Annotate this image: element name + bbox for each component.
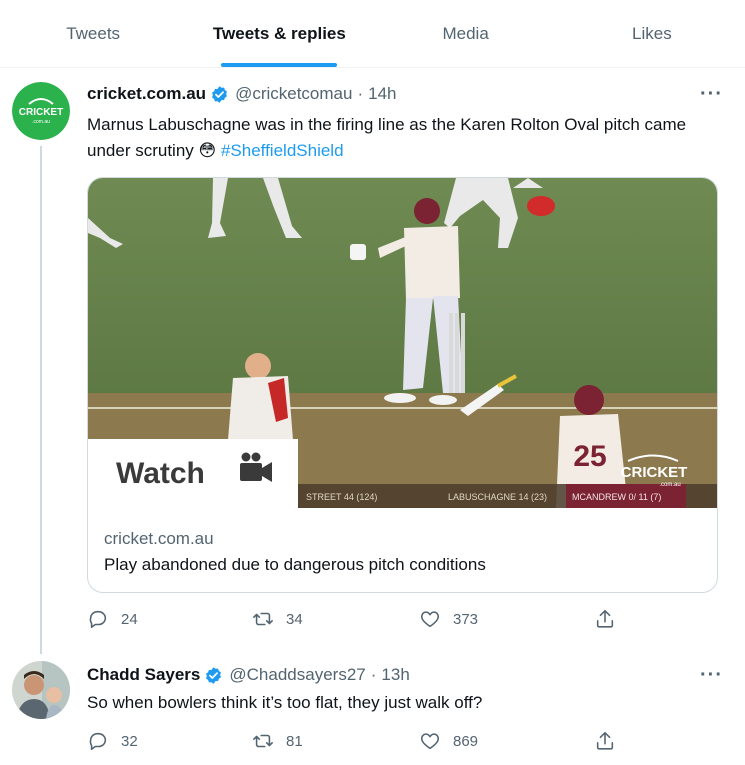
scorebar-item: STREET 44 (124) [306,492,377,502]
retweet-icon [253,734,273,748]
retweet-button[interactable]: 34 [252,608,303,630]
card-domain: cricket.com.au [104,529,214,548]
reply-button[interactable]: 32 [87,730,138,752]
share-button[interactable] [594,608,616,630]
tweet-header: cricket.com.au @cricketcomau · 14h [87,84,397,104]
tab-label: Media [442,23,489,43]
shirt-number: 25 [573,440,606,473]
tab-likes[interactable]: Likes [559,0,745,67]
tweet-header: Chadd Sayers @Chaddsayers27 · 13h [87,665,410,685]
tab-tweets-and-replies[interactable]: Tweets & replies [186,0,372,67]
retweet-count: 81 [286,732,303,750]
timestamp[interactable]: 14h [368,84,396,104]
scorebar-item: LABUSCHAGNE 14 (23) [448,492,547,502]
share-button[interactable] [594,730,616,752]
active-tab-indicator [221,63,338,67]
like-button[interactable]: 373 [419,608,478,630]
retweet-button[interactable]: 81 [252,730,303,752]
separator: · [370,665,377,684]
timestamp[interactable]: 13h [381,665,409,685]
verified-badge-icon [212,85,228,103]
tweet-text: Marnus Labuschagne was in the firing lin… [87,112,727,164]
tweet-text: So when bowlers think it’s too flat, the… [87,693,483,712]
cricket-logo-text: CRICKET [621,464,688,481]
more-icon[interactable]: ··· [700,664,723,687]
tab-tweets[interactable]: Tweets [0,0,186,67]
like-icon [420,611,440,628]
share-icon [596,731,614,750]
tab-media[interactable]: Media [373,0,559,67]
share-icon [596,609,614,628]
display-name[interactable]: Chadd Sayers [87,665,200,685]
video-thumbnail[interactable]: 25 STREET 44 (124) LABUSCHAGNE 14 (23) M… [88,178,718,508]
handle[interactable]: @cricketcomau [235,84,352,104]
separator: · [357,84,364,103]
reply-count: 24 [121,610,138,628]
more-icon[interactable]: ··· [700,83,723,106]
like-icon [420,733,440,750]
retweet-icon [253,612,273,626]
verified-badge-icon [206,666,222,684]
retweet-count: 34 [286,610,303,628]
cricket-logo-subtext: .com.au [659,482,680,488]
avatar[interactable] [12,661,70,719]
tweet-actions: 32 81 869 [87,730,627,760]
avatar-logo-text: CRICKET [19,107,63,118]
avatar[interactable]: CRICKET .com.au [12,82,70,140]
like-count: 373 [453,610,479,628]
reply-button[interactable]: 24 [87,608,138,630]
reply-icon [89,732,107,751]
card-title: Play abandoned due to dangerous pitch co… [104,555,486,574]
hashtag-link[interactable]: #SheffieldShield [221,141,344,160]
like-button[interactable]: 869 [419,730,478,752]
thread-line [40,146,42,654]
tweet-body: Marnus Labuschagne was in the firing lin… [87,115,687,160]
tab-label: Tweets & replies [212,23,346,43]
like-count: 869 [453,732,479,750]
tab-label: Tweets [66,23,121,43]
reply-count: 32 [121,732,138,750]
profile-tabs: Tweets Tweets & replies Media Likes [0,0,745,68]
display-name[interactable]: cricket.com.au [87,84,206,104]
tab-label: Likes [632,23,672,43]
tweet-actions: 24 34 373 [87,608,627,638]
handle[interactable]: @Chaddsayers27 [229,665,365,685]
avatar-logo-subtext: .com.au [32,119,50,125]
flushed-emoji-icon: 😳 [198,141,217,160]
link-card[interactable]: 25 STREET 44 (124) LABUSCHAGNE 14 (23) M… [87,177,718,593]
reply-icon [89,610,107,629]
scorebar-item: MCANDREW 0/ 11 (7) [572,492,661,502]
watch-label: Watch [116,457,205,490]
